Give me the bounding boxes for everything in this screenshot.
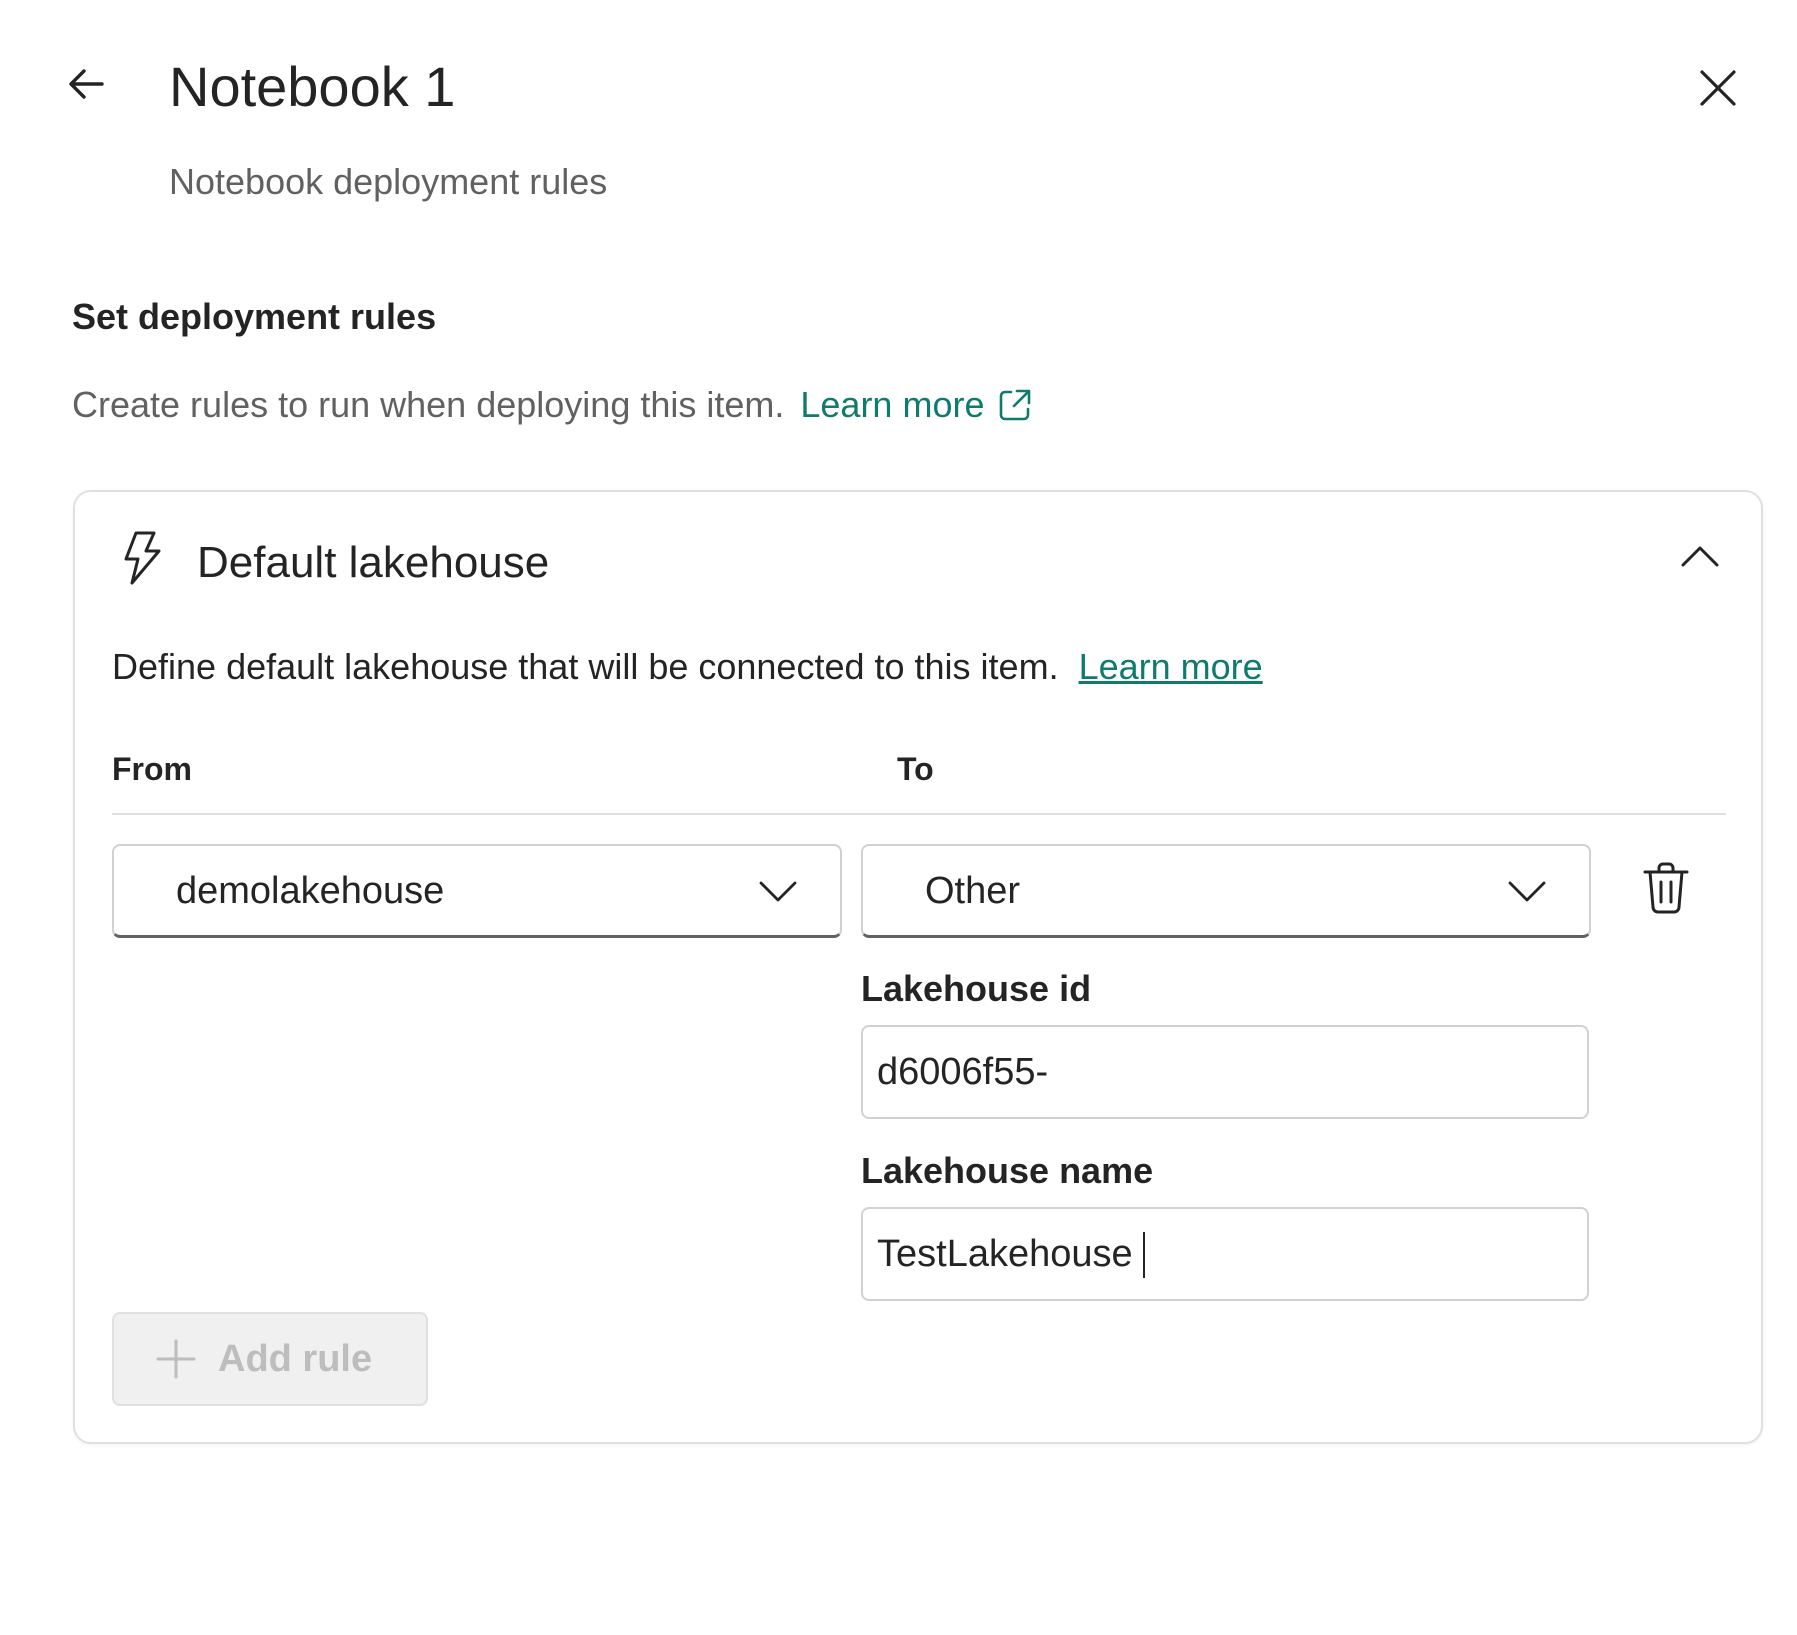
lakehouse-name-label: Lakehouse name xyxy=(861,1150,1154,1191)
text-caret xyxy=(1143,1232,1145,1278)
plus-icon xyxy=(156,1339,196,1379)
from-lakehouse-value: demolakehouse xyxy=(176,869,445,912)
page-subtitle: Notebook deployment rules xyxy=(169,161,608,202)
to-column-label: To xyxy=(897,751,934,787)
from-lakehouse-dropdown[interactable]: demolakehouse xyxy=(112,844,842,938)
add-rule-label: Add rule xyxy=(218,1337,373,1380)
columns-divider xyxy=(112,813,1726,815)
to-lakehouse-dropdown[interactable]: Other xyxy=(861,844,1591,938)
close-icon xyxy=(1697,67,1739,114)
chevron-down-icon xyxy=(1503,867,1551,915)
arrow-left-icon xyxy=(64,62,108,111)
delete-rule-button[interactable] xyxy=(1636,860,1696,920)
back-button[interactable] xyxy=(58,58,114,114)
learn-more-link[interactable]: Learn more xyxy=(800,383,1034,427)
card-title: Default lakehouse xyxy=(197,538,550,587)
card-learn-more-link[interactable]: Learn more xyxy=(1079,645,1263,689)
card-description-text: Define default lakehouse that will be co… xyxy=(112,646,1059,687)
add-rule-button[interactable]: Add rule xyxy=(112,1312,428,1406)
to-lakehouse-value: Other xyxy=(925,869,1021,912)
from-column-label: From xyxy=(112,751,192,787)
lakehouse-id-label: Lakehouse id xyxy=(861,968,1092,1009)
collapse-button[interactable] xyxy=(1672,530,1728,586)
lakehouse-id-input[interactable] xyxy=(861,1025,1589,1119)
lightning-icon xyxy=(118,530,166,586)
close-button[interactable] xyxy=(1690,62,1746,118)
lakehouse-name-input[interactable] xyxy=(861,1207,1589,1301)
section-heading: Set deployment rules xyxy=(72,296,437,337)
learn-more-label: Learn more xyxy=(800,384,985,425)
section-description: Create rules to run when deploying this … xyxy=(72,383,1034,427)
chevron-up-icon xyxy=(1680,544,1720,573)
page-title: Notebook 1 xyxy=(169,55,456,118)
card-description: Define default lakehouse that will be co… xyxy=(112,645,1263,689)
open-external-icon xyxy=(996,386,1034,424)
trash-icon xyxy=(1641,861,1691,920)
chevron-down-icon xyxy=(754,867,802,915)
section-description-text: Create rules to run when deploying this … xyxy=(72,384,785,425)
